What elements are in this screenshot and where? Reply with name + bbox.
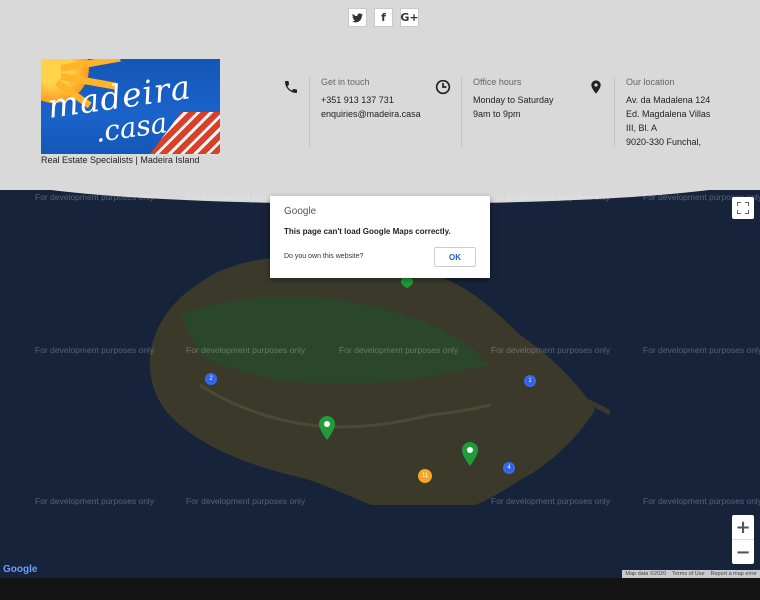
hours-days: Monday to Saturday	[473, 95, 554, 105]
page-footer	[0, 578, 760, 600]
cluster-marker[interactable]: 4	[503, 462, 515, 474]
dev-watermark: For development purposes only	[186, 345, 306, 355]
google-plus-icon[interactable]: G+	[400, 8, 419, 27]
twitter-icon[interactable]	[348, 8, 367, 27]
map-attribution: Map data ©2020 Terms of Use Report a map…	[622, 570, 760, 578]
location-line3: III, Bl. A	[626, 123, 658, 133]
maps-error-dialog: Google This page can't load Google Maps …	[270, 196, 490, 278]
dev-watermark: For development purposes only	[643, 345, 760, 355]
map-pin-icon	[591, 80, 601, 94]
cluster-marker[interactable]: 11	[418, 469, 432, 483]
map-data-label: Map data ©2020	[625, 571, 667, 577]
hours-time: 9am to 9pm	[473, 109, 521, 119]
dialog-google-brand: Google	[284, 206, 317, 217]
location-title: Our location	[626, 77, 675, 87]
zoom-in-button[interactable]: +	[732, 515, 754, 539]
contact-phone[interactable]: +351 913 137 731	[321, 95, 394, 105]
clock-icon	[435, 79, 451, 95]
fullscreen-button[interactable]	[732, 197, 754, 219]
dialog-message: This page can't load Google Maps correct…	[284, 227, 451, 236]
property-marker-icon[interactable]	[319, 416, 335, 440]
dev-watermark: For development purposes only	[35, 192, 155, 202]
dev-watermark: For development purposes only	[339, 345, 459, 355]
location-line2: Ed. Magdalena Villas	[626, 109, 711, 119]
property-marker-icon[interactable]	[462, 442, 478, 466]
facebook-icon[interactable]: f	[374, 8, 393, 27]
cluster-marker[interactable]: 2	[205, 373, 217, 385]
location-line4: 9020-330 Funchal,	[626, 137, 702, 147]
site-header: f G+ madeira .casa Real Estate Specialis…	[0, 0, 760, 190]
location-line1: Av. da Madalena 124	[626, 95, 711, 105]
social-links: f G+	[348, 8, 419, 27]
contact-title: Get in touch	[321, 77, 370, 87]
cluster-marker[interactable]: 1	[524, 375, 536, 387]
google-logo[interactable]: Google	[3, 564, 37, 575]
dev-watermark: For development purposes only	[491, 496, 611, 506]
phone-icon	[285, 81, 297, 93]
dev-watermark: For development purposes only	[491, 345, 611, 355]
contact-email[interactable]: enquiries@madeira.casa	[321, 109, 421, 119]
dev-watermark: For development purposes only	[35, 496, 155, 506]
madeira-casa-logo[interactable]: madeira .casa	[41, 59, 220, 154]
fullscreen-icon	[737, 202, 749, 214]
zoom-out-button[interactable]: −	[732, 540, 754, 564]
tagline: Real Estate Specialists | Madeira Island	[41, 155, 200, 165]
hours-title: Office hours	[473, 77, 522, 87]
dev-watermark: For development purposes only	[491, 192, 611, 202]
zoom-control: + −	[732, 515, 754, 564]
terms-link[interactable]: Terms of Use	[669, 570, 707, 578]
dev-watermark: For development purposes only	[35, 345, 155, 355]
dev-watermark: For development purposes only	[186, 496, 306, 506]
dialog-ok-button[interactable]: OK	[434, 247, 476, 267]
report-error-link[interactable]: Report a map error	[708, 570, 760, 578]
dialog-question-link[interactable]: Do you own this website?	[284, 253, 363, 260]
dev-watermark: For development purposes only	[643, 496, 760, 506]
